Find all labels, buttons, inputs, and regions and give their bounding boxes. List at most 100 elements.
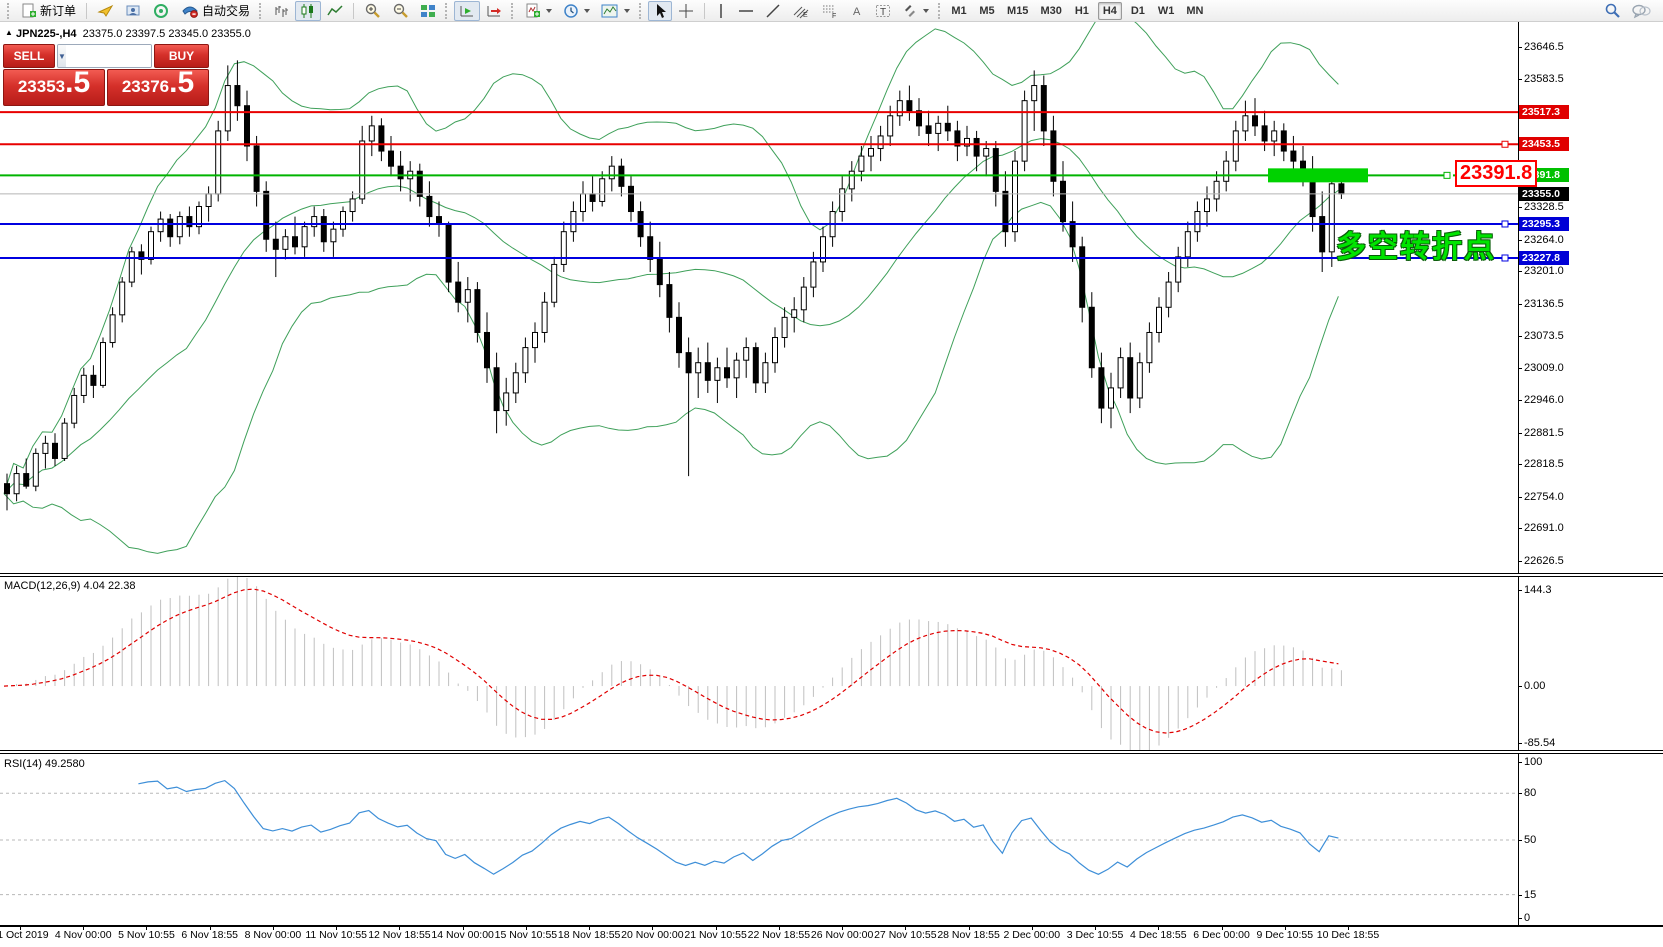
periods-button[interactable] [558, 1, 595, 21]
search-icon[interactable] [1604, 2, 1621, 19]
chart-shift-button[interactable] [481, 1, 507, 21]
toolbar-grip[interactable] [7, 3, 12, 19]
crosshair-button[interactable] [673, 1, 699, 21]
volume-input[interactable] [66, 45, 152, 67]
rsi-line [138, 781, 1338, 875]
candle [1224, 151, 1229, 191]
bar-high: 23397.5 [125, 28, 165, 40]
candle [936, 116, 941, 151]
buy-price-display[interactable]: 23376.5 [107, 69, 209, 106]
timeframe-button-mn[interactable]: MN [1182, 2, 1207, 20]
candle [331, 222, 336, 257]
candle [1128, 343, 1133, 414]
timeframe-button-m30[interactable]: M30 [1036, 2, 1065, 20]
candle [725, 348, 730, 388]
line-handle[interactable] [1502, 221, 1508, 227]
profile-button[interactable] [120, 1, 147, 21]
label-button[interactable]: T [870, 1, 896, 21]
highlight-rectangle[interactable] [1268, 168, 1368, 182]
candle [667, 272, 672, 332]
auto-scroll-button[interactable] [454, 1, 480, 21]
candle [33, 448, 38, 491]
candle [993, 141, 998, 207]
candle [43, 436, 48, 469]
indicators-button[interactable] [520, 1, 557, 21]
vertical-line-button[interactable] [710, 1, 732, 21]
time-axis-label: 11 Nov 10:55 [305, 929, 367, 941]
candle [917, 98, 922, 136]
line-handle[interactable] [1502, 141, 1508, 147]
volume-control: ▼ ▲ [57, 44, 152, 68]
timeframe-button-d1[interactable]: D1 [1126, 2, 1150, 20]
timeframe-button-h4[interactable]: H4 [1098, 2, 1122, 20]
candlestick-icon [300, 3, 316, 19]
timeframe-button-h1[interactable]: H1 [1070, 2, 1094, 20]
zoom-out-button[interactable] [387, 1, 414, 21]
candle [168, 214, 173, 247]
price-tick [1518, 464, 1522, 465]
candle [302, 222, 307, 257]
chat-icon[interactable] [1631, 3, 1651, 19]
candle [523, 338, 528, 383]
candlestick-button[interactable] [295, 1, 321, 21]
candle [475, 282, 480, 342]
main-toolbar: 新订单 自动交易 [0, 0, 1663, 22]
buy-button[interactable]: BUY [154, 44, 209, 68]
new-order-button[interactable]: 新订单 [16, 1, 81, 21]
candle [513, 363, 518, 403]
price-tick [1518, 240, 1522, 241]
symbol-title: JPN225-,H4 [16, 28, 77, 40]
candle [734, 353, 739, 398]
tile-windows-button[interactable] [415, 1, 441, 21]
rsi-tick [1518, 895, 1522, 896]
price-axis-line [1518, 22, 1519, 925]
horizontal-line-button[interactable] [733, 1, 759, 21]
candle [542, 292, 547, 342]
signals-button[interactable] [148, 1, 175, 21]
fibonacci-button[interactable]: F [816, 1, 844, 21]
macd-label: MACD(12,26,9) 4.04 22.38 [4, 580, 136, 592]
candle [273, 222, 278, 277]
macd-panel-canvas[interactable] [0, 577, 1518, 751]
timeframe-button-w1[interactable]: W1 [1154, 2, 1179, 20]
main-chart-canvas[interactable] [0, 22, 1518, 574]
send-button[interactable] [92, 1, 119, 21]
trendline-button[interactable] [760, 1, 786, 21]
rsi-panel-canvas[interactable] [0, 754, 1518, 923]
candle [792, 297, 797, 332]
volume-decrease-button[interactable]: ▼ [58, 45, 66, 67]
price-line-chip: 23453.5 [1519, 137, 1569, 151]
rsi-panel-divider[interactable] [0, 750, 1663, 754]
autotrading-button[interactable]: 自动交易 [176, 1, 255, 21]
line-chart-button[interactable] [322, 1, 348, 21]
time-axis-label: 2 Dec 00:00 [1003, 929, 1060, 941]
chart-collapse-icon[interactable]: ▲ [5, 28, 13, 37]
text-button[interactable]: A [845, 1, 869, 21]
rsi-axis-label: 15 [1524, 889, 1536, 901]
candle [350, 191, 355, 221]
cursor-button[interactable] [648, 1, 672, 21]
time-axis-label: 28 Nov 18:55 [937, 929, 999, 941]
price-tick [1518, 400, 1522, 401]
templates-button[interactable] [596, 1, 635, 21]
bar-close: 23355.0 [211, 28, 251, 40]
sell-button[interactable]: SELL [3, 44, 55, 68]
price-tick [1518, 497, 1522, 498]
candle [264, 181, 269, 252]
price-axis-label: 22818.5 [1524, 458, 1564, 470]
price-line-chip: 23295.3 [1519, 217, 1569, 231]
price-axis-label: 23583.5 [1524, 73, 1564, 85]
shapes-button[interactable] [897, 1, 934, 21]
timeframe-button-m1[interactable]: M1 [947, 2, 971, 20]
bar-chart-button[interactable] [268, 1, 294, 21]
candle [1195, 201, 1200, 241]
zoom-in-button[interactable] [359, 1, 386, 21]
macd-panel-divider[interactable] [0, 573, 1663, 577]
channel-button[interactable]: E [787, 1, 815, 21]
line-handle[interactable] [1502, 255, 1508, 261]
sell-price-display[interactable]: 23353.5 [3, 69, 105, 106]
price-tag-label[interactable]: 23391.8 [1455, 160, 1537, 187]
timeframe-button-m5[interactable]: M5 [975, 2, 999, 20]
timeframe-button-m15[interactable]: M15 [1003, 2, 1032, 20]
line-handle[interactable] [1444, 172, 1450, 178]
